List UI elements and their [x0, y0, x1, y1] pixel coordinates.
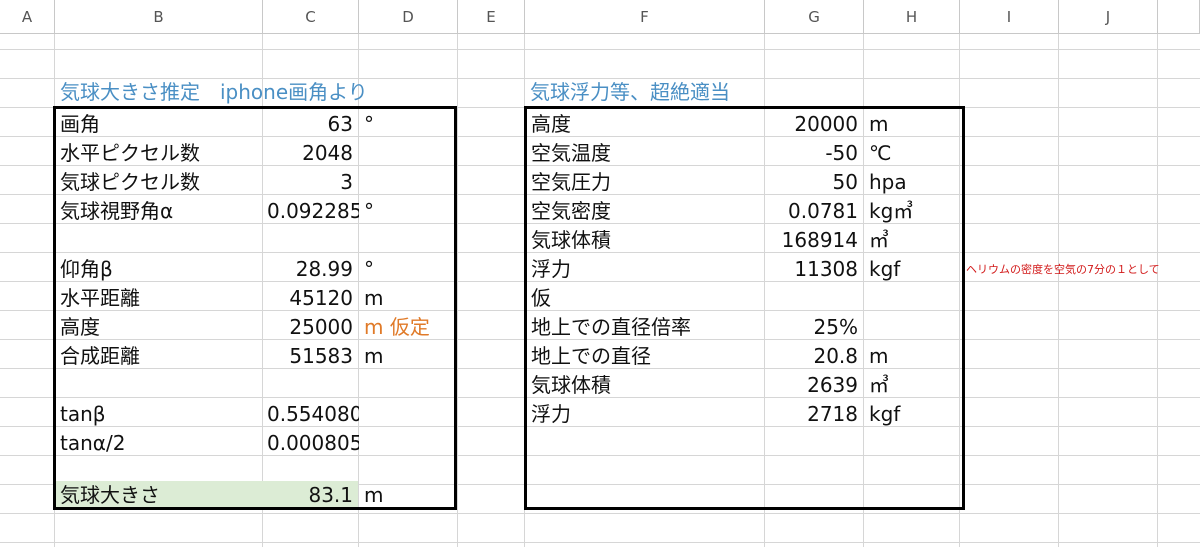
cell-label[interactable]: 合成距離	[60, 342, 260, 371]
cell-unit[interactable]: kg㎥	[864, 197, 963, 226]
cell-unit[interactable]: °	[359, 110, 460, 139]
cell-label[interactable]: 気球体積	[531, 226, 763, 255]
column-header-b[interactable]: B	[55, 0, 263, 34]
cell-value[interactable]: 2048	[263, 139, 359, 168]
cell-label[interactable]: 気球視野角α	[60, 197, 260, 226]
cell-value[interactable]: 25000	[263, 313, 359, 342]
column-header-f[interactable]: F	[525, 0, 765, 34]
cell-value[interactable]: 0.000805	[267, 429, 359, 458]
column-header-g[interactable]: G	[765, 0, 864, 34]
cell-label[interactable]: 水平距離	[60, 284, 260, 313]
cell-label[interactable]: 浮力	[531, 255, 763, 284]
grid-line	[54, 34, 55, 547]
cell-label[interactable]: tanα/2	[60, 429, 260, 458]
helium-note[interactable]: ヘリウムの密度を空気の7分の１として	[966, 255, 1191, 284]
column-header-a[interactable]: A	[0, 0, 55, 34]
cell-value[interactable]: 45120	[263, 284, 359, 313]
cell-unit[interactable]	[359, 168, 460, 197]
cell-value[interactable]: 11308	[765, 255, 864, 284]
spreadsheet: A B C D E F G H I J 気球大きさ推定 iphone画角より 気…	[0, 0, 1200, 547]
cell-label[interactable]: 気球ピクセル数	[60, 168, 260, 197]
balloon-size-label[interactable]: 気球大きさ	[60, 481, 260, 510]
cell-unit[interactable]: ㎥	[864, 371, 963, 400]
cell-unit[interactable]: m 仮定	[359, 313, 460, 342]
balloon-size-unit[interactable]: m	[359, 481, 460, 510]
cell-value[interactable]: 25%	[765, 313, 864, 342]
cell-value[interactable]: 20.8	[765, 342, 864, 371]
grid-line	[1058, 34, 1059, 547]
cell-label[interactable]: 空気密度	[531, 197, 763, 226]
grid-line	[0, 107, 1200, 108]
cell-unit[interactable]: °	[359, 255, 460, 284]
cell-value[interactable]: 0.092285	[267, 197, 359, 226]
cell-label[interactable]: 気球体積	[531, 371, 763, 400]
cell-unit[interactable]: °	[359, 197, 460, 226]
cell-value[interactable]: 168914	[765, 226, 864, 255]
grid-line	[0, 513, 1200, 514]
cell-value[interactable]: 2639	[765, 371, 864, 400]
right-table-title: 気球浮力等、超絶適当	[530, 80, 730, 104]
cell-label[interactable]: 地上での直径倍率	[531, 313, 763, 342]
cell-value[interactable]: 0.0781	[765, 197, 864, 226]
cell-label[interactable]: 地上での直径	[531, 342, 763, 371]
cell-label[interactable]: 空気圧力	[531, 168, 763, 197]
cell-label[interactable]: 仰角β	[60, 255, 260, 284]
cell-value[interactable]: 3	[263, 168, 359, 197]
cell-unit[interactable]: ℃	[864, 139, 963, 168]
cell-value[interactable]: -50	[765, 139, 864, 168]
grid-line	[0, 49, 1200, 50]
cell-value[interactable]: 51583	[263, 342, 359, 371]
grid-line	[0, 542, 1200, 543]
cell-value[interactable]: 50	[765, 168, 864, 197]
balloon-size-value[interactable]: 83.1	[263, 481, 359, 510]
cell-value[interactable]: 28.99	[263, 255, 359, 284]
cell-value[interactable]: 63	[263, 110, 359, 139]
cell-unit[interactable]: m	[864, 342, 963, 371]
cell-unit[interactable]: m	[359, 284, 460, 313]
cell-label[interactable]: 空気温度	[531, 139, 763, 168]
cell-label[interactable]: 水平ピクセル数	[60, 139, 260, 168]
cell-unit[interactable]: kgf	[864, 400, 963, 429]
left-table-title: 気球大きさ推定 iphone画角より	[60, 80, 368, 104]
grid-line	[524, 34, 525, 547]
cell-value[interactable]: 20000	[765, 110, 864, 139]
column-header-h[interactable]: H	[864, 0, 960, 34]
grid-line	[1157, 34, 1158, 547]
cell-unit[interactable]: m	[864, 110, 963, 139]
column-header-c[interactable]: C	[263, 0, 359, 34]
cell-unit[interactable]	[359, 139, 460, 168]
cell-label[interactable]: 浮力	[531, 400, 763, 429]
cell-value[interactable]: 0.554080	[267, 400, 359, 429]
cell-unit[interactable]: hpa	[864, 168, 963, 197]
cell-label[interactable]: 高度	[60, 313, 260, 342]
column-header-j[interactable]: J	[1059, 0, 1158, 34]
cell-unit[interactable]: m	[359, 342, 460, 371]
cell-label[interactable]: 仮	[531, 284, 763, 313]
cell-unit[interactable]: kgf	[864, 255, 963, 284]
cell-label[interactable]: 高度	[531, 110, 763, 139]
cell-label[interactable]: 画角	[60, 110, 260, 139]
cell-unit[interactable]: ㎥	[864, 226, 963, 255]
column-header-i[interactable]: I	[960, 0, 1059, 34]
cell-value[interactable]: 2718	[765, 400, 864, 429]
column-header-e[interactable]: E	[458, 0, 525, 34]
cell-label[interactable]: tanβ	[60, 400, 260, 429]
column-header-blank	[1158, 0, 1200, 34]
column-header-d[interactable]: D	[359, 0, 458, 34]
